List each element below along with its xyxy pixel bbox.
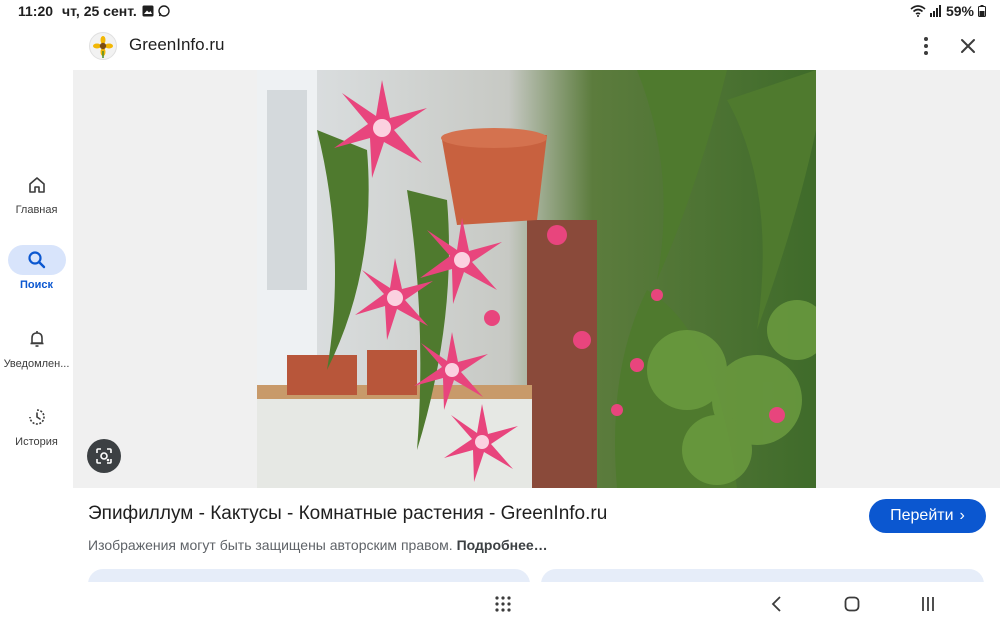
- sunflower-icon: [89, 32, 117, 60]
- copyright-text: Изображения могут быть защищены авторски…: [88, 537, 453, 553]
- status-bar: 11:20 чт, 25 сент. 59%: [0, 0, 1000, 22]
- lens-search-icon[interactable]: [87, 439, 121, 473]
- result-title[interactable]: Эпифиллум - Кактусы - Комнатные растения…: [88, 503, 607, 525]
- battery-percent: 59%: [945, 3, 974, 19]
- battery-icon: [978, 5, 986, 17]
- rail-label-history: История: [15, 436, 58, 448]
- home-icon: [8, 170, 66, 200]
- search-icon: [7, 245, 66, 275]
- navigation-rail: Главная Поиск Уведомлен... История: [0, 22, 73, 582]
- rail-label-home: Главная: [15, 204, 58, 216]
- screen: 11:20 чт, 25 сент. 59% Главная Поиск Уве…: [0, 0, 1000, 625]
- close-icon[interactable]: [956, 34, 980, 58]
- rail-item-history[interactable]: История: [0, 402, 73, 448]
- rail-label-notifications: Уведомлен...: [3, 358, 70, 370]
- rail-item-search[interactable]: Поиск: [0, 245, 73, 291]
- status-date: чт, 25 сент.: [62, 3, 137, 19]
- gallery-icon: [142, 5, 154, 17]
- status-time: 11:20: [18, 3, 54, 19]
- signal-icon: [929, 5, 941, 17]
- copyright-notice: Изображения могут быть защищены авторски…: [88, 537, 548, 553]
- more-info-link[interactable]: Подробнее…: [457, 537, 548, 553]
- status-right: 59%: [910, 3, 986, 19]
- app-grid-icon[interactable]: [493, 594, 513, 614]
- rail-label-search: Поиск: [19, 279, 53, 291]
- rail-item-notifications[interactable]: Уведомлен...: [0, 324, 73, 370]
- bell-icon: [8, 324, 66, 354]
- goto-button[interactable]: Перейти ›: [869, 499, 986, 533]
- site-title[interactable]: GreenInfo.ru: [129, 35, 224, 55]
- recent-apps-icon[interactable]: [918, 594, 938, 614]
- wifi-icon: [910, 5, 926, 17]
- image-preview-area: [73, 70, 1000, 488]
- chevron-right-icon: ›: [959, 507, 965, 524]
- epiphyllum-photo[interactable]: [257, 70, 816, 488]
- more-options-icon[interactable]: [914, 34, 938, 58]
- home-button-icon[interactable]: [842, 594, 862, 614]
- goto-button-label: Перейти: [890, 507, 954, 524]
- back-icon[interactable]: [767, 594, 787, 614]
- preview-header: GreenInfo.ru: [73, 22, 1000, 70]
- rail-item-home[interactable]: Главная: [0, 170, 73, 216]
- system-navigation-bar: [0, 582, 1000, 625]
- whatsapp-icon: [158, 5, 170, 17]
- history-icon: [8, 402, 66, 432]
